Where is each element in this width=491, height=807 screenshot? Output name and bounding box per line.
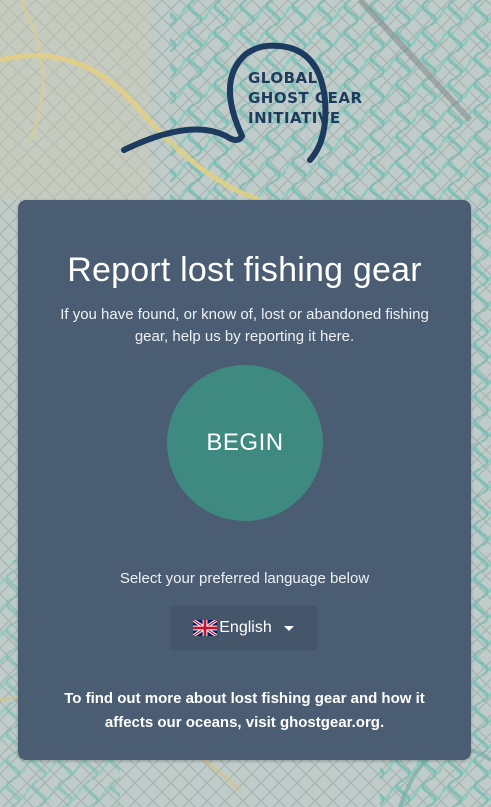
intro-text: If you have found, or know of, lost or a… [60, 306, 429, 345]
language-selected-value: English [219, 619, 272, 636]
footer-info-text: To find out more about lost fishing gear… [64, 690, 425, 731]
logo-wordmark: GLOBAL GHOST GEAR INITIATIVE [248, 68, 363, 128]
logo-line-3: INITIATIVE [248, 109, 341, 127]
caret-down-icon [283, 625, 294, 631]
begin-button[interactable]: BEGIN [167, 365, 323, 521]
page-title: Report lost fishing gear [67, 251, 422, 289]
language-prompt: Select your preferred language below [119, 570, 370, 587]
global-ghost-gear-initiative-logo: GLOBAL GHOST GEAR INITIATIVE [120, 40, 390, 165]
report-card: Report lost fishing gear If you have fou… [18, 200, 471, 760]
logo-line-1: GLOBAL [248, 69, 318, 87]
uk-flag-icon [193, 620, 218, 636]
app-screen: GLOBAL GHOST GEAR INITIATIVE Report lost… [0, 0, 491, 807]
language-select[interactable]: English [170, 606, 317, 650]
logo-line-2: GHOST GEAR [248, 89, 363, 107]
